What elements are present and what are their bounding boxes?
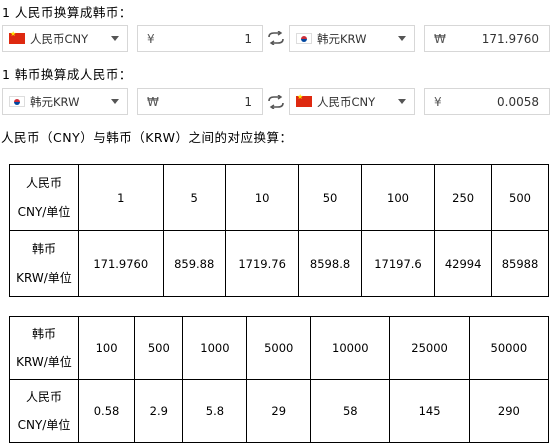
table-cell: 171.9760	[78, 230, 164, 297]
table-cell: 1	[78, 164, 164, 231]
table-cell: 50	[298, 164, 362, 231]
table-row: 韩币 KRW/单位 100 500 1000 5000 10000 25000 …	[9, 316, 550, 380]
row-header-top: 人民币	[25, 176, 62, 191]
row-header: 韩币 KRW/单位	[9, 230, 79, 297]
currency-symbol: ¥	[147, 31, 155, 46]
table-cell: 58	[310, 379, 391, 443]
swap-arrows-icon[interactable]	[267, 31, 285, 45]
row-header: 人民币 CNY/单位	[9, 164, 79, 231]
amount-value: 0.0058	[497, 94, 539, 109]
table-heading: 人民币（CNY）与韩币（KRW）之间的对应换算：	[1, 130, 293, 145]
select-label: 韩元KRW	[317, 31, 367, 46]
table-cell: 1719.76	[224, 230, 300, 297]
row-header-top: 人民币	[25, 389, 62, 404]
amount-value: 1	[244, 94, 252, 109]
chevron-down-icon	[111, 36, 119, 41]
swap-arrows-icon[interactable]	[267, 95, 285, 109]
section2-to-currency-select[interactable]: 人民币CNY	[289, 88, 415, 115]
chevron-down-icon	[398, 99, 406, 104]
section2-from-amount-input[interactable]: ₩ 1	[137, 88, 263, 115]
table-row: 韩币 KRW/单位 171.9760 859.88 1719.76 8598.8…	[9, 230, 549, 297]
row-header: 韩币 KRW/单位	[9, 316, 79, 380]
chevron-down-icon	[398, 36, 406, 41]
china-flag-icon	[9, 30, 25, 44]
cny-to-krw-table: 人民币 CNY/单位 1 5 10 50 100 250 500 韩币 KRW/…	[9, 164, 549, 297]
section1-from-amount-input[interactable]: ¥ 1	[137, 25, 263, 52]
section2-title: 1 韩币换算成人民币：	[2, 67, 132, 82]
section2-from-currency-select[interactable]: 韩元KRW	[2, 88, 128, 115]
table-cell: 42994	[434, 230, 493, 297]
row-header-bottom: KRW/单位	[16, 270, 72, 285]
section2-to-amount-input[interactable]: ¥ 0.0058	[424, 88, 550, 115]
currency-symbol: ₩	[434, 31, 446, 46]
table-cell: 859.88	[162, 230, 226, 297]
table-cell: 0.58	[77, 379, 136, 443]
amount-value: 1	[244, 31, 252, 46]
table-cell: 5	[162, 164, 226, 231]
row-header-top: 韩币	[31, 326, 56, 341]
table-cell: 1000	[182, 316, 248, 380]
select-label: 人民币CNY	[317, 94, 376, 109]
table-cell: 8598.8	[298, 230, 362, 297]
table-cell: 250	[434, 164, 493, 231]
amount-value: 171.9760	[481, 31, 539, 46]
table-cell: 5000	[246, 316, 312, 380]
row-header-bottom: KRW/单位	[16, 355, 72, 369]
row-header: 人民币 CNY/单位	[9, 379, 79, 443]
table-cell: 100	[360, 164, 436, 231]
table-row: 人民币 CNY/单位 1 5 10 50 100 250 500	[9, 164, 549, 231]
table-cell: 50000	[468, 316, 550, 380]
table-row: 人民币 CNY/单位 0.58 2.9 5.8 29 58 145 290	[9, 379, 550, 443]
currency-symbol: ₩	[147, 94, 159, 109]
table-cell: 10	[224, 164, 300, 231]
table-cell: 500	[134, 316, 184, 380]
china-flag-icon	[296, 93, 312, 107]
table-cell: 25000	[389, 316, 470, 380]
chevron-down-icon	[111, 99, 119, 104]
table-cell: 145	[389, 379, 470, 443]
section1-to-amount-input[interactable]: ₩ 171.9760	[424, 25, 550, 52]
row-header-bottom: CNY/单位	[17, 418, 71, 432]
select-label: 韩元KRW	[30, 94, 80, 109]
row-header-bottom: CNY/单位	[17, 204, 71, 219]
table-cell: 85988	[491, 230, 549, 297]
currency-symbol: ¥	[434, 94, 442, 109]
row-header-top: 韩币	[31, 242, 56, 257]
table-cell: 2.9	[134, 379, 184, 443]
table-cell: 5.8	[182, 379, 248, 443]
table-cell: 17197.6	[360, 230, 436, 297]
table-cell: 290	[468, 379, 550, 443]
korea-flag-icon	[296, 33, 312, 44]
select-label: 人民币CNY	[30, 31, 89, 46]
section1-from-currency-select[interactable]: 人民币CNY	[2, 25, 128, 52]
table-cell: 500	[491, 164, 549, 231]
korea-flag-icon	[9, 96, 25, 107]
krw-to-cny-table: 韩币 KRW/单位 100 500 1000 5000 10000 25000 …	[9, 316, 550, 443]
table-cell: 29	[246, 379, 312, 443]
table-cell: 10000	[310, 316, 391, 380]
section1-to-currency-select[interactable]: 韩元KRW	[289, 25, 415, 52]
table-cell: 100	[77, 316, 136, 380]
section1-title: 1 人民币换算成韩币：	[2, 5, 132, 20]
